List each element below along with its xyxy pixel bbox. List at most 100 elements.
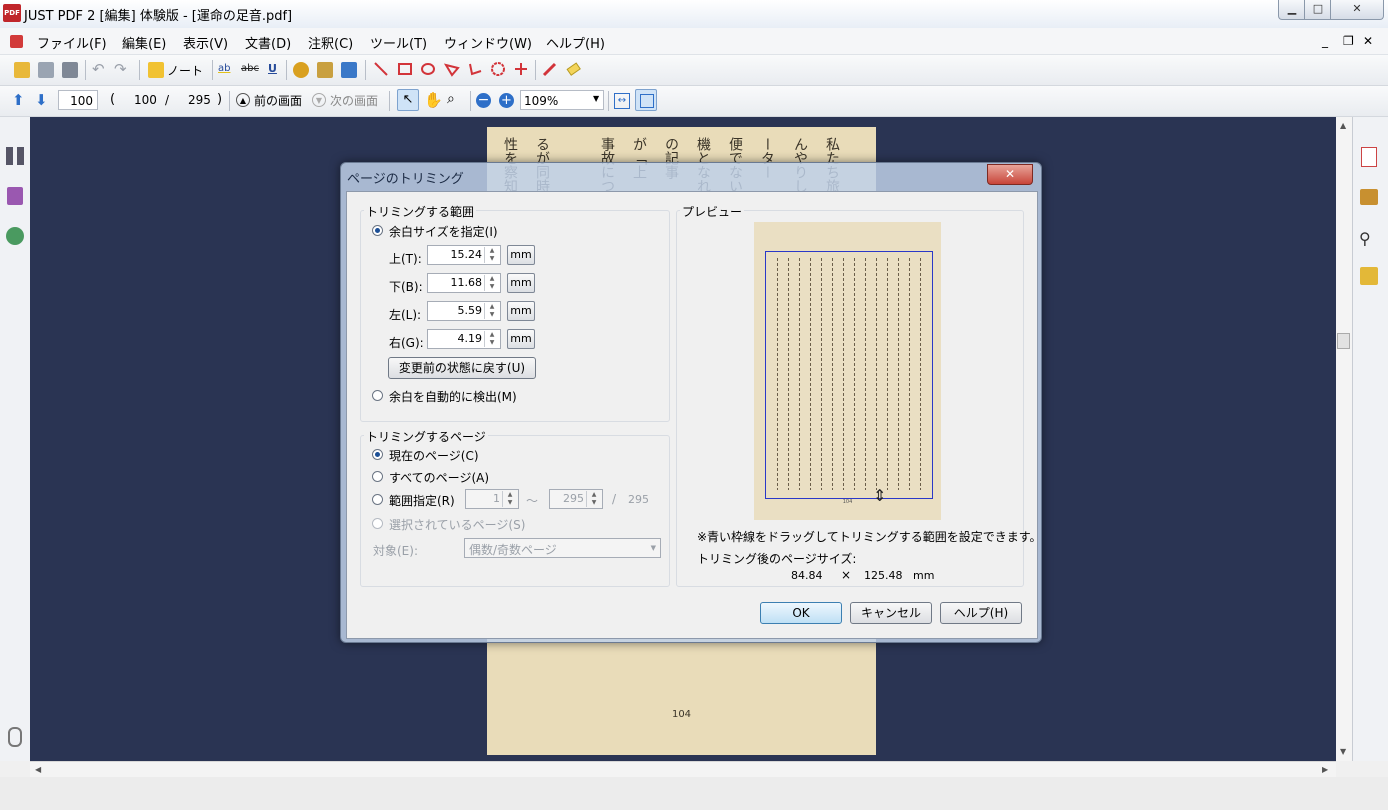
target-select[interactable]: 偶数/奇数ページ ▼ — [464, 538, 661, 558]
selected-pages-label[interactable]: 選択されているページ(S) — [389, 516, 525, 533]
spin-arrows-icon[interactable]: ▲ ▼ — [484, 275, 499, 291]
eraser-tool-icon[interactable] — [565, 61, 581, 77]
spin-arrows-icon[interactable]: ▲ ▼ — [586, 491, 601, 507]
note-icon[interactable] — [148, 62, 164, 78]
bottom-unit-button[interactable]: mm — [507, 273, 535, 293]
margin-size-radio[interactable] — [372, 225, 383, 236]
highlight-text-icon[interactable]: ab — [218, 63, 230, 74]
range-from-input[interactable]: 1 ▲ ▼ — [465, 489, 519, 509]
ellipse-tool-icon[interactable] — [420, 61, 436, 77]
hand-tool-icon[interactable]: ✋ — [424, 91, 443, 109]
ok-button[interactable]: OK — [760, 602, 842, 624]
current-page-label[interactable]: 現在のページ(C) — [389, 447, 479, 464]
spin-arrows-icon[interactable]: ▲ ▼ — [484, 331, 499, 347]
menu-help[interactable]: ヘルプ(H) — [546, 33, 605, 52]
vertical-scrollbar[interactable]: ▲ ▼ — [1336, 117, 1352, 761]
help-button[interactable]: ヘルプ(H) — [940, 602, 1022, 624]
cancel-button[interactable]: キャンセル — [850, 602, 932, 624]
save-icon[interactable] — [38, 62, 54, 78]
mdi-restore-button[interactable]: ❐ — [1343, 34, 1354, 48]
right-margin-input[interactable]: 4.19 ▲ ▼ — [427, 329, 501, 349]
prev-screen-button[interactable]: 前の画面 — [254, 92, 302, 109]
page-range-radio[interactable] — [372, 494, 383, 505]
left-unit-button[interactable]: mm — [507, 301, 535, 321]
selected-pages-radio[interactable] — [372, 518, 383, 529]
auto-detect-radio[interactable] — [372, 390, 383, 401]
note-button-label[interactable]: ノート — [167, 62, 203, 79]
mdi-minimize-button[interactable]: _ — [1322, 34, 1328, 48]
fit-page-icon[interactable] — [635, 89, 657, 111]
spin-arrows-icon[interactable]: ▲ ▼ — [502, 491, 517, 507]
horizontal-scrollbar[interactable]: ◀ ▶ — [30, 761, 1336, 778]
attachments-icon[interactable] — [8, 727, 22, 747]
attach-clip-icon[interactable] — [317, 62, 333, 78]
prev-screen-icon[interactable]: ▲ — [236, 93, 250, 107]
range-to-input[interactable]: 295 ▲ ▼ — [549, 489, 603, 509]
chevron-down-icon[interactable]: ▼ — [593, 94, 599, 103]
bookmarks-icon[interactable] — [7, 187, 23, 205]
stamp-icon[interactable] — [1360, 189, 1378, 205]
next-screen-button[interactable]: 次の画面 — [330, 92, 378, 109]
scroll-left-icon[interactable]: ◀ — [35, 765, 41, 774]
top-margin-input[interactable]: 15.24 ▲ ▼ — [427, 245, 501, 265]
redo-icon[interactable]: ↷ — [114, 60, 127, 78]
menu-view[interactable]: 表示(V) — [183, 33, 228, 52]
all-pages-label[interactable]: すべてのページ(A) — [389, 469, 489, 486]
top-unit-button[interactable]: mm — [507, 245, 535, 265]
scrollbar-thumb[interactable] — [1337, 333, 1350, 349]
bottom-margin-input[interactable]: 11.68 ▲ ▼ — [427, 273, 501, 293]
scroll-down-icon[interactable]: ▼ — [1340, 747, 1346, 756]
page-number-input[interactable]: 100 — [58, 90, 98, 110]
sound-icon[interactable] — [341, 62, 357, 78]
menu-window[interactable]: ウィンドウ(W) — [444, 33, 532, 52]
menu-edit[interactable]: 編集(E) — [122, 33, 166, 52]
minimize-button[interactable]: ▁ — [1278, 0, 1306, 20]
next-page-icon[interactable]: ⬇ — [35, 91, 48, 109]
text-edit-icon[interactable] — [1360, 267, 1378, 285]
polygon-tool-icon[interactable] — [443, 61, 460, 77]
strikethrough-icon[interactable]: abc — [241, 63, 259, 74]
rectangle-tool-icon[interactable] — [397, 61, 413, 77]
spin-arrows-icon[interactable]: ▲ ▼ — [484, 247, 499, 263]
spin-arrows-icon[interactable]: ▲ ▼ — [484, 303, 499, 319]
right-unit-button[interactable]: mm — [507, 329, 535, 349]
print-icon[interactable] — [62, 62, 78, 78]
menu-annotation[interactable]: 注釈(C) — [308, 33, 353, 52]
close-window-button[interactable]: ✕ — [1330, 0, 1384, 20]
select-tool-icon[interactable]: ↖ — [397, 89, 419, 111]
line-tool-icon[interactable] — [373, 61, 389, 77]
dialog-close-button[interactable]: ✕ — [987, 164, 1033, 185]
undo-icon[interactable]: ↶ — [92, 60, 105, 78]
zoom-in-icon[interactable]: + — [499, 93, 514, 108]
zoom-select[interactable]: 109% — [520, 90, 604, 110]
next-screen-icon[interactable]: ▼ — [312, 93, 326, 107]
all-pages-radio[interactable] — [372, 471, 383, 482]
maximize-button[interactable]: □ — [1304, 0, 1332, 20]
callout-tool-icon[interactable] — [513, 61, 529, 77]
menu-document[interactable]: 文書(D) — [245, 33, 291, 52]
trim-rectangle[interactable] — [765, 251, 933, 499]
open-folder-icon[interactable] — [14, 62, 30, 78]
underline-icon[interactable]: U — [268, 62, 277, 75]
annotations-panel-icon[interactable] — [6, 227, 24, 245]
first-page-icon[interactable]: ⬆ — [12, 91, 25, 109]
auto-detect-label[interactable]: 余白を自動的に検出(M) — [389, 388, 517, 405]
left-margin-input[interactable]: 5.59 ▲ ▼ — [427, 301, 501, 321]
fit-width-icon[interactable]: ↔ — [614, 93, 630, 109]
scroll-right-icon[interactable]: ▶ — [1322, 765, 1328, 774]
mdi-close-button[interactable]: ✕ — [1363, 34, 1373, 48]
attach-file-icon[interactable] — [293, 62, 309, 78]
reset-margins-button[interactable]: 変更前の状態に戻す(U) — [388, 357, 536, 379]
polyline-tool-icon[interactable] — [467, 61, 483, 77]
cloud-tool-icon[interactable] — [490, 61, 506, 77]
margin-size-label[interactable]: 余白サイズを指定(I) — [389, 223, 498, 240]
scroll-up-icon[interactable]: ▲ — [1340, 121, 1346, 130]
zoom-area-icon[interactable]: ⌕ — [447, 91, 455, 107]
pencil-tool-icon[interactable] — [541, 61, 557, 77]
menu-file[interactable]: ファイル(F) — [37, 33, 107, 52]
current-page-radio[interactable] — [372, 449, 383, 460]
menu-tools[interactable]: ツール(T) — [370, 33, 427, 52]
page-properties-icon[interactable] — [1361, 147, 1377, 167]
thumbnails-icon[interactable] — [6, 147, 24, 165]
binoculars-icon[interactable]: ⚲ — [1359, 229, 1371, 248]
